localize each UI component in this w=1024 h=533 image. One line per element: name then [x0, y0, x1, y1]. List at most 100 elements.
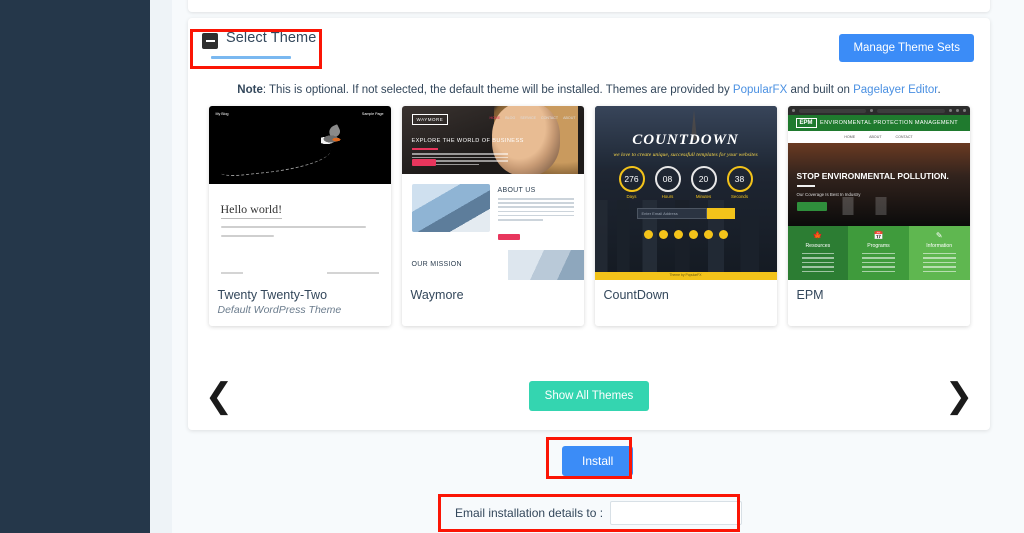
show-all-themes-button[interactable]: Show All Themes [529, 381, 650, 411]
theme-card[interactable]: WAYMORE HOME BLOG SERVICE CONTACT ABOUT … [402, 106, 584, 326]
preview-about-text [498, 198, 574, 223]
preview-mission-title: OUR MISSION [412, 261, 462, 268]
preview-logo: EPM [796, 118, 817, 128]
theme-card-grid: My Blog Sample Page Hello world! [196, 106, 982, 326]
preview-footer-left [221, 272, 243, 274]
theme-name: Waymore [411, 288, 575, 302]
preview-hero-title: EXPLORE THE WORLD OF BUSINESS [412, 138, 524, 144]
preview-column-lines [913, 253, 966, 272]
theme-preview-image: My Blog Sample Page Hello world! [209, 106, 391, 280]
theme-carousel-controls: ❮ Show All Themes ❯ [188, 366, 990, 426]
preview-subscribe-form: Enter Email Address [637, 208, 735, 219]
theme-card[interactable]: EPM ENVIRONMENTAL PROTECTION MANAGEMENT … [788, 106, 970, 326]
countdown-unit: 276 Days [619, 166, 645, 199]
preview-feature-column: ✎ Information [909, 226, 970, 280]
preview-nav-item: ABOUT [563, 116, 575, 120]
theme-preview-image: WAYMORE HOME BLOG SERVICE CONTACT ABOUT … [402, 106, 584, 280]
preview-nav-item: SERVICE [520, 116, 536, 120]
preview-hero-title: STOP ENVIRONMENTAL POLLUTION. [797, 171, 949, 181]
leaf-icon: 🍁 [792, 232, 845, 240]
preview-about-title: ABOUT US [498, 187, 536, 194]
theme-preview-image: COUNTDOWN we love to create unique, succ… [595, 106, 777, 280]
preview-column-title: Information [913, 243, 966, 249]
note-text: Note: This is optional. If not selected,… [188, 84, 990, 96]
preview-nav-item: CONTACT [541, 116, 558, 120]
install-button[interactable]: Install [562, 446, 633, 476]
pagelayer-editor-link[interactable]: Pagelayer Editor [853, 84, 937, 96]
preview-subscribe-button [707, 208, 735, 219]
select-theme-panel: Select Theme Manage Theme Sets Note: Thi… [188, 18, 990, 430]
countdown-value: 276 [619, 166, 645, 192]
theme-card[interactable]: COUNTDOWN we love to create unique, succ… [595, 106, 777, 326]
theme-card[interactable]: My Blog Sample Page Hello world! [209, 106, 391, 326]
preview-footer-right [327, 272, 379, 274]
preview-feature-column: 📅 Programs [848, 226, 909, 280]
bird-icon [321, 133, 343, 145]
preview-nav-item: HOME [844, 135, 855, 139]
preview-social-dots [595, 230, 777, 239]
chevron-right-icon[interactable]: ❯ [942, 376, 976, 416]
preview-nav: HOME BLOG SERVICE CONTACT ABOUT [490, 116, 576, 120]
preview-topbar: EPM ENVIRONMENTAL PROTECTION MANAGEMENT [788, 115, 970, 131]
preview-column-title: Resources [792, 243, 845, 249]
preview-heading: Hello world! [221, 202, 283, 219]
theme-card-footer: Waymore [402, 280, 584, 312]
preview-nav-item: HOME [490, 116, 501, 120]
preview-top-title: ENVIRONMENTAL PROTECTION MANAGEMENT [817, 120, 962, 126]
theme-card-footer: EPM [788, 280, 970, 312]
countdown-unit: 38 Seconds [727, 166, 753, 199]
preview-image-block-2 [508, 250, 584, 280]
theme-subtitle: Default WordPress Theme [218, 304, 382, 316]
email-label: Email installation details to : [455, 506, 603, 520]
countdown-timers: 276 Days 08 Hours 20 Minutes [595, 166, 777, 199]
preview-column-lines [792, 253, 845, 272]
preview-about-button [498, 234, 520, 240]
left-sidebar [0, 0, 150, 533]
popularfx-link[interactable]: PopularFX [733, 84, 787, 96]
note-bold-label: Note [237, 84, 263, 96]
countdown-unit: 08 Hours [655, 166, 681, 199]
email-details-row: Email installation details to : [455, 501, 742, 525]
preview-nav-item: ABOUT [869, 135, 881, 139]
theme-preview-image: EPM ENVIRONMENTAL PROTECTION MANAGEMENT … [788, 106, 970, 280]
manage-theme-sets-button[interactable]: Manage Theme Sets [839, 34, 974, 62]
preview-logo: WAYMORE [412, 114, 449, 125]
theme-name: CountDown [604, 288, 768, 302]
countdown-label: Days [619, 194, 645, 199]
chevron-left-icon[interactable]: ❮ [202, 376, 236, 416]
preview-text-line [221, 226, 366, 228]
preview-feature-column: 🍁 Resources [788, 226, 849, 280]
email-input[interactable] [610, 501, 742, 525]
countdown-label: Seconds [727, 194, 753, 199]
preview-nav-item: BLOG [505, 116, 515, 120]
theme-card-footer: Twenty Twenty-Two Default WordPress Them… [209, 280, 391, 326]
preview-column-lines [852, 253, 905, 272]
note-part-1: : This is optional. If not selected, the… [263, 84, 733, 96]
preview-cta-button [797, 202, 827, 211]
preview-email-input: Enter Email Address [637, 208, 707, 219]
calendar-icon: 📅 [852, 232, 905, 240]
sidebar-gutter [150, 0, 172, 533]
theme-name: EPM [797, 288, 961, 302]
minus-square-icon[interactable] [202, 33, 218, 49]
preview-hero-subtitle: Our Coverage Is Best In Industry [797, 192, 861, 197]
preview-text-line [221, 235, 275, 237]
preview-image-block [412, 184, 490, 232]
preview-rule [412, 148, 438, 150]
theme-card-footer: CountDown [595, 280, 777, 312]
preview-feature-columns: 🍁 Resources 📅 Programs ✎ [788, 226, 970, 280]
previous-panel [188, 0, 990, 12]
note-part-2: and built on [787, 84, 853, 96]
title-underline [211, 56, 291, 59]
preview-footer-bar: Theme by PopularFX [595, 272, 777, 280]
preview-column-title: Programs [852, 243, 905, 249]
note-part-3: . [938, 84, 941, 96]
countdown-value: 20 [691, 166, 717, 192]
page-title: Select Theme [226, 30, 316, 46]
countdown-unit: 20 Minutes [691, 166, 717, 199]
app-screen: Select Theme Manage Theme Sets Note: Thi… [0, 0, 1024, 533]
preview-nav-item: CONTACT [896, 135, 913, 139]
preview-footer-text: Theme by PopularFX [595, 273, 777, 277]
countdown-value: 08 [655, 166, 681, 192]
preview-nav: HOME ABOUT CONTACT [802, 131, 956, 143]
